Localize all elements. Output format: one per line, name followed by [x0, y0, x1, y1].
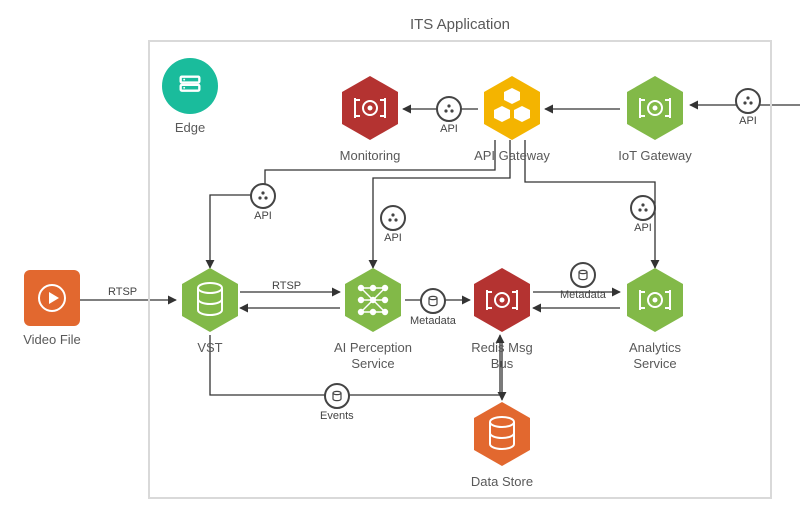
edge-label-rtsp-2: RTSP: [272, 280, 301, 292]
node-monitoring: Monitoring: [330, 74, 410, 164]
metadata-badge-ai-redis: Metadata: [410, 288, 456, 327]
node-data-store: Data Store: [462, 400, 542, 490]
api-icon: [735, 88, 761, 114]
node-iot-gateway: IoT Gateway: [615, 74, 695, 164]
api-icon: [250, 183, 276, 209]
events-badge: Events: [320, 383, 354, 422]
api-icon: [436, 96, 462, 122]
api-badge-vst: API: [250, 183, 276, 222]
api-badge-label: API: [254, 210, 272, 222]
node-api-gateway: API Gateway: [472, 74, 552, 164]
node-ai-perception: AI Perception Service: [333, 266, 413, 373]
api-badge-label: API: [384, 232, 402, 244]
api-badge-analytics: API: [630, 195, 656, 234]
api-badge-iot-in: API: [735, 88, 761, 127]
node-edge-label: Edge: [150, 120, 230, 136]
node-ai-perception-label: AI Perception Service: [333, 340, 413, 373]
server-stack-icon: [162, 58, 218, 114]
node-redis-label: Redis Msg Bus: [462, 340, 542, 373]
node-edge: Edge: [150, 58, 230, 136]
database-icon: [324, 383, 350, 409]
play-icon: [24, 270, 80, 326]
app-title: ITS Application: [410, 16, 510, 33]
node-video-file: Video File: [12, 270, 92, 348]
api-badge-label: API: [440, 123, 458, 135]
api-badge-label: API: [634, 222, 652, 234]
node-video-file-label: Video File: [12, 332, 92, 348]
metadata-badge-redis-analytics: Metadata: [560, 262, 606, 301]
node-api-gateway-label: API Gateway: [472, 148, 552, 164]
api-badge-label: API: [739, 115, 757, 127]
node-analytics: Analytics Service: [615, 266, 695, 373]
metadata-badge-label: Metadata: [410, 315, 456, 327]
events-badge-label: Events: [320, 410, 354, 422]
api-icon: [630, 195, 656, 221]
api-icon: [380, 205, 406, 231]
node-vst: VST: [170, 266, 250, 356]
node-monitoring-label: Monitoring: [330, 148, 410, 164]
database-icon: [570, 262, 596, 288]
edge-label-rtsp-1: RTSP: [108, 286, 137, 298]
node-redis: Redis Msg Bus: [462, 266, 542, 373]
node-iot-gateway-label: IoT Gateway: [615, 148, 695, 164]
metadata-badge-label: Metadata: [560, 289, 606, 301]
database-icon: [420, 288, 446, 314]
node-vst-label: VST: [170, 340, 250, 356]
node-analytics-label: Analytics Service: [615, 340, 695, 373]
node-data-store-label: Data Store: [462, 474, 542, 490]
api-badge-mon: API: [436, 96, 462, 135]
api-badge-ai: API: [380, 205, 406, 244]
